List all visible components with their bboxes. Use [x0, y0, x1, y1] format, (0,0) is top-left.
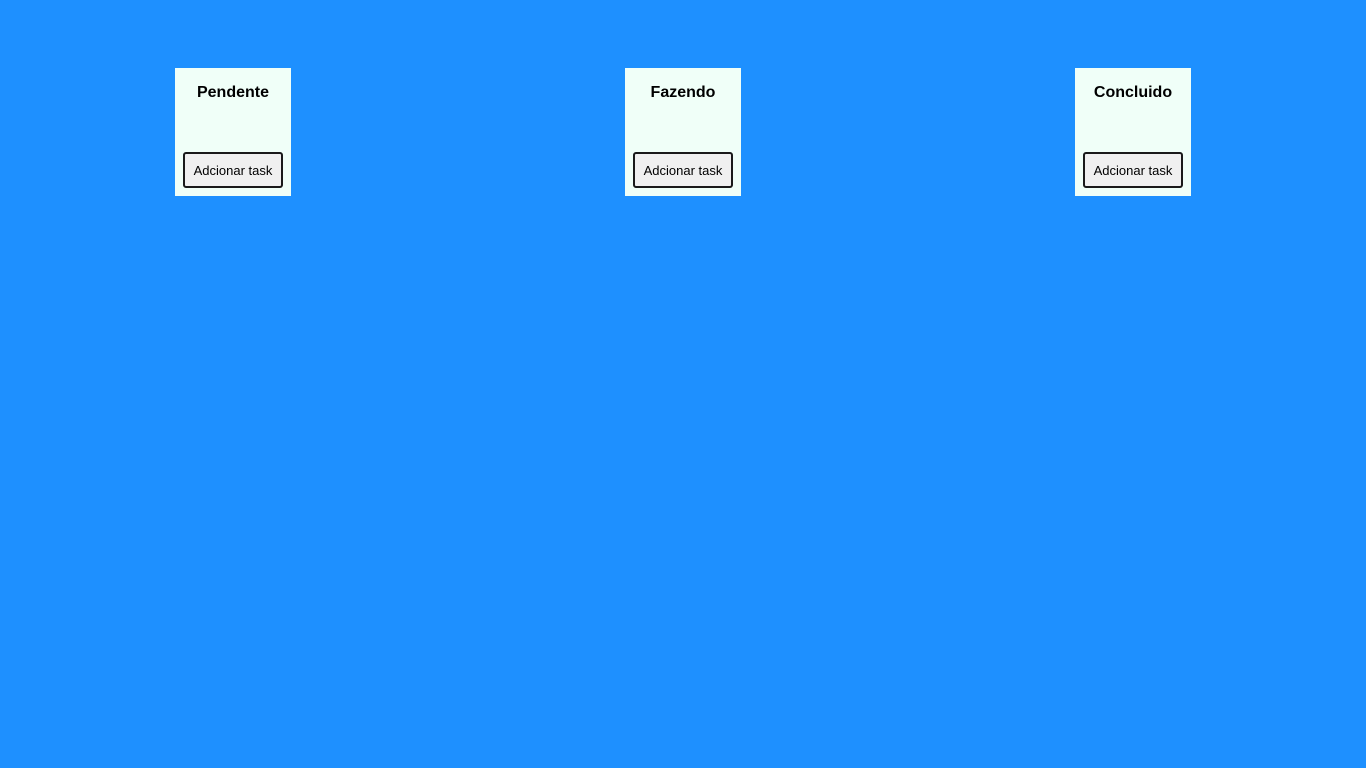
add-task-button-concluido[interactable]: Adcionar task — [1083, 152, 1183, 188]
column-pendente: Pendente Adcionar task — [175, 68, 291, 196]
column-title-fazendo: Fazendo — [650, 84, 716, 101]
column-concluido: Concluido Adcionar task — [1075, 68, 1191, 196]
column-fazendo: Fazendo Adcionar task — [625, 68, 741, 196]
add-task-button-fazendo[interactable]: Adcionar task — [633, 152, 733, 188]
column-title-pendente: Pendente — [196, 84, 269, 101]
add-task-button-pendente[interactable]: Adcionar task — [183, 152, 283, 188]
column-title-concluido: Concluido — [1093, 84, 1173, 101]
kanban-board: Pendente Adcionar task Fazendo Adcionar … — [0, 0, 1366, 768]
